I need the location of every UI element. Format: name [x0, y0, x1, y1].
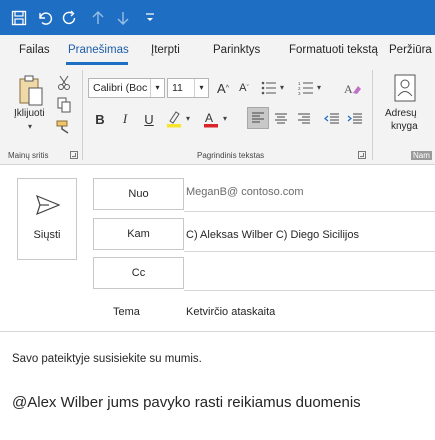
divider	[372, 70, 373, 160]
tab-formatuoti-teksta[interactable]: Formatuoti tekstą	[289, 44, 378, 56]
address-book-label-line2: knyga	[391, 121, 418, 132]
increase-indent-icon[interactable]	[344, 108, 366, 130]
tab-failas[interactable]: Failas	[19, 44, 50, 56]
send-icon	[36, 194, 61, 220]
arrow-up-icon[interactable]	[86, 6, 110, 30]
highlight-icon[interactable]	[163, 108, 185, 130]
body-mention-line: @Alex Wilber jums pavyko rasti reikiamus…	[12, 394, 361, 411]
body-text-line: Savo pateiktyje susisiekite su mumis.	[12, 353, 202, 365]
title-bar	[0, 0, 435, 35]
paste-label: Įklijuoti	[14, 108, 45, 119]
customize-toolbar-icon[interactable]	[138, 6, 162, 30]
tab-perziura[interactable]: Peržiūra	[389, 44, 432, 56]
tab-parinktys[interactable]: Parinktys	[213, 44, 260, 56]
svg-text:A: A	[205, 111, 213, 125]
tab-iterpti[interactable]: Įterpti	[151, 44, 180, 56]
divider	[82, 70, 83, 160]
chevron-down-icon: ▾	[194, 79, 208, 97]
tab-pranesimas[interactable]: Pranešimas	[68, 44, 129, 56]
from-button[interactable]: Nuo	[93, 178, 184, 210]
chevron-down-icon[interactable]: ▾	[317, 83, 321, 92]
cc-button[interactable]: Cc	[93, 257, 184, 289]
basic-text-launcher-icon[interactable]	[358, 151, 366, 159]
font-name-select[interactable]: Calibri (Boc ▾	[88, 78, 165, 98]
redo-icon[interactable]	[58, 6, 82, 30]
font-size-select[interactable]: 11 ▾	[167, 78, 209, 98]
underline-button[interactable]: U	[138, 108, 160, 130]
to-button[interactable]: Kam	[93, 218, 184, 250]
decrease-indent-icon[interactable]	[321, 108, 343, 130]
address-book-button[interactable]: Adresų knyga	[380, 72, 432, 142]
font-size-value: 11	[172, 82, 183, 94]
chevron-down-icon[interactable]: ▾	[186, 114, 190, 123]
address-book-label-line1: Adresų	[385, 108, 417, 119]
message-body[interactable]: Savo pateiktyje susisiekite su mumis. @A…	[0, 332, 435, 440]
paste-button[interactable]: Įklijuoti ▾	[10, 72, 54, 138]
group-label-basic-text: Pagrindinis tekstas	[197, 151, 265, 160]
clipboard-launcher-icon[interactable]	[70, 151, 78, 159]
address-book-icon	[393, 74, 417, 107]
numbering-icon[interactable]: 123	[295, 77, 317, 99]
active-tab-indicator	[66, 62, 128, 65]
send-label: Siųsti	[33, 229, 61, 241]
group-label-clipboard: Mainų sritis	[8, 151, 49, 160]
chevron-down-icon: ▾	[28, 122, 33, 131]
divider	[184, 251, 435, 252]
clipboard-icon	[18, 75, 44, 112]
cut-icon[interactable]	[53, 72, 75, 94]
font-name-value: Calibri (Boc	[93, 82, 148, 94]
subject-field[interactable]: Ketvirčio ataskaita	[186, 306, 275, 318]
undo-icon[interactable]	[33, 6, 57, 30]
italic-button[interactable]: I	[114, 108, 136, 130]
cc-field[interactable]	[186, 258, 435, 288]
grow-font-icon[interactable]: A ^	[212, 77, 234, 99]
save-icon[interactable]	[7, 6, 31, 30]
bold-button[interactable]: B	[89, 108, 111, 130]
format-painter-icon[interactable]	[53, 116, 75, 138]
shrink-font-icon[interactable]: Aˇ	[233, 77, 255, 99]
divider	[184, 290, 435, 291]
chevron-down-icon[interactable]: ▾	[223, 114, 227, 123]
send-button[interactable]: Siųsti	[17, 178, 77, 260]
arrow-down-icon[interactable]	[111, 6, 135, 30]
bullets-icon[interactable]	[258, 77, 280, 99]
from-value: MeganB@ contoso.com	[186, 186, 304, 198]
chevron-down-icon[interactable]: ▾	[280, 83, 284, 92]
clear-formatting-icon[interactable]: A	[342, 77, 364, 99]
align-right-button[interactable]	[293, 108, 315, 130]
svg-text:3: 3	[298, 91, 301, 95]
chevron-down-icon: ▾	[150, 79, 164, 97]
font-color-icon[interactable]: A	[200, 108, 222, 130]
divider	[184, 211, 435, 212]
to-field[interactable]: C) Aleksas Wilber C) Diego Sicilijos	[186, 229, 359, 241]
svg-text:A: A	[344, 82, 353, 96]
align-left-button[interactable]	[247, 107, 269, 129]
align-center-button[interactable]	[270, 108, 292, 130]
copy-icon[interactable]	[53, 94, 75, 116]
group-label-names: Nam	[411, 151, 432, 160]
subject-label: Tema	[113, 306, 140, 318]
